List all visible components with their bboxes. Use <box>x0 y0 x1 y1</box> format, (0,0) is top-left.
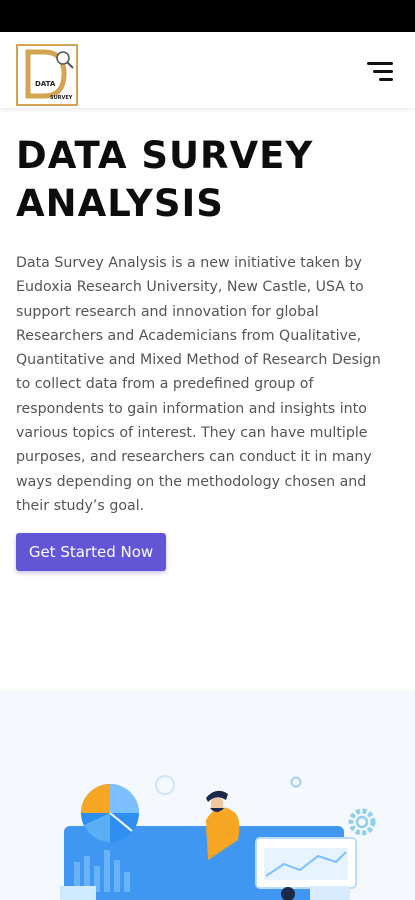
survey-illustration <box>60 775 376 900</box>
illustration-section <box>0 690 415 900</box>
pie-chart-icon <box>81 784 139 842</box>
logo-icon: DATA SURVEY <box>16 44 78 106</box>
brand-logo[interactable]: DATA SURVEY <box>16 44 78 106</box>
logo-text-line2: SURVEY <box>50 95 73 101</box>
site-header: DATA SURVEY <box>0 32 415 108</box>
gear-icon <box>348 808 376 836</box>
logo-text-line1: DATA <box>35 80 56 88</box>
get-started-button[interactable]: Get Started Now <box>16 533 166 571</box>
hero-description: Data Survey Analysis is a new initiative… <box>16 255 381 514</box>
status-bar <box>0 0 415 32</box>
hamburger-menu-icon[interactable] <box>367 62 393 82</box>
page-title: DATA SURVEY ANALYSIS <box>16 134 314 225</box>
